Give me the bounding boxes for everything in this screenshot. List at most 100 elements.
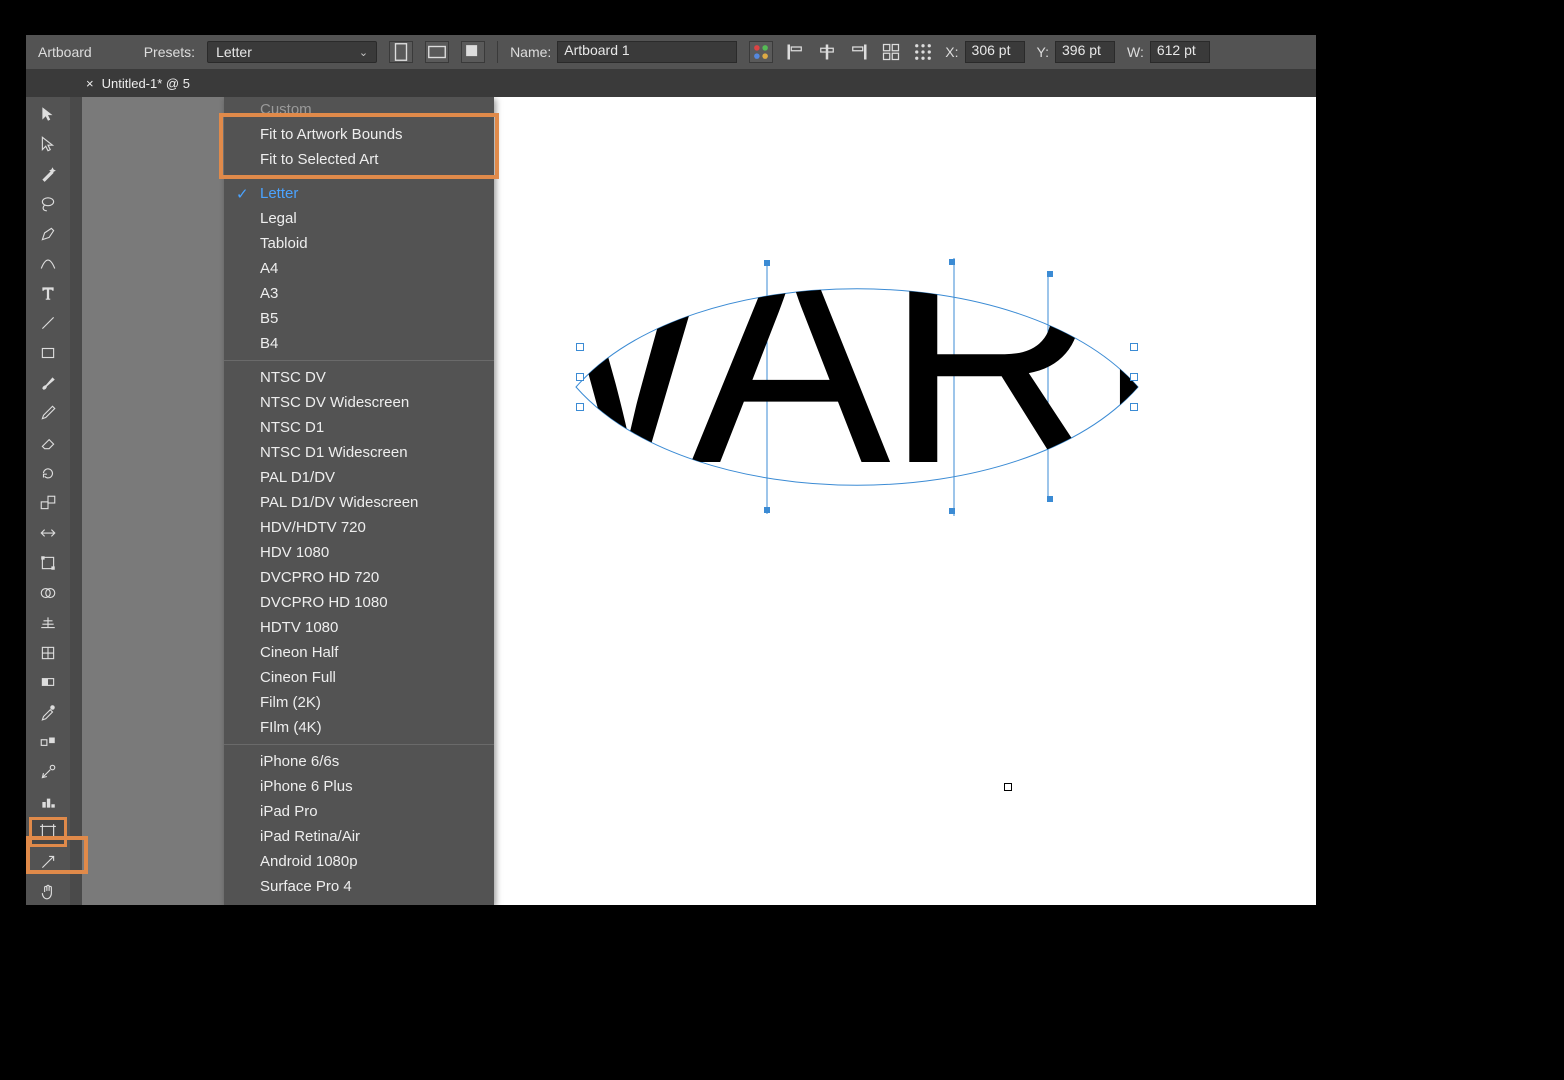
envelope-handle[interactable] [1130, 373, 1138, 381]
presets-value: Letter [216, 44, 252, 60]
preset-item[interactable]: Surface Pro 4 [224, 874, 494, 899]
options-button[interactable] [749, 41, 773, 63]
preset-item[interactable]: iPad Pro [224, 799, 494, 824]
preset-item[interactable]: NTSC DV Widescreen [224, 390, 494, 415]
document-tab-bar: × Untitled-1* @ 5 [26, 69, 1316, 97]
free-transform-tool[interactable] [31, 550, 65, 576]
envelope-handle[interactable] [1130, 343, 1138, 351]
artboard-label: Artboard [38, 44, 92, 60]
preset-item[interactable]: Letter [224, 181, 494, 206]
pencil-tool[interactable] [31, 400, 65, 426]
envelope-handle[interactable] [576, 373, 584, 381]
envelope-handle[interactable] [576, 403, 584, 411]
preset-item[interactable]: A4 [224, 256, 494, 281]
envelope-handle[interactable] [1130, 403, 1138, 411]
curvature-tool[interactable] [31, 251, 65, 277]
menu-divider [224, 360, 494, 361]
preset-item[interactable]: iPad Retina/Air [224, 824, 494, 849]
align-center-h-button[interactable] [817, 42, 837, 62]
magic-wand-tool[interactable] [31, 161, 65, 187]
preset-item[interactable]: B4 [224, 331, 494, 356]
preset-item[interactable]: iPhone 6/6s [224, 749, 494, 774]
column-graph-tool[interactable] [31, 789, 65, 815]
align-right-button[interactable] [849, 42, 869, 62]
warp-text-object[interactable]: WARP [572, 252, 1142, 522]
line-tool[interactable] [31, 310, 65, 336]
hand-tool[interactable] [31, 879, 65, 905]
gradient-tool[interactable] [31, 670, 65, 696]
landscape-button[interactable] [425, 41, 449, 63]
envelope-anchor[interactable] [1047, 496, 1053, 502]
document-tab-title[interactable]: Untitled-1* @ 5 [102, 76, 190, 91]
preset-item[interactable]: Android 1080p [224, 849, 494, 874]
x-input[interactable]: 306 pt [965, 41, 1025, 63]
preset-item[interactable]: Tabloid [224, 231, 494, 256]
selection-tool[interactable] [31, 101, 65, 127]
pen-tool[interactable] [31, 221, 65, 247]
rectangle-tool[interactable] [31, 340, 65, 366]
artboard-tool[interactable] [31, 819, 65, 845]
slice-tool[interactable] [31, 849, 65, 875]
name-label: Name: [510, 44, 551, 60]
preset-item[interactable]: DVCPRO HD 1080 [224, 590, 494, 615]
preset-item[interactable]: NTSC D1 Widescreen [224, 440, 494, 465]
w-label: W: [1127, 44, 1144, 60]
perspective-grid-tool[interactable] [31, 610, 65, 636]
scale-tool[interactable] [31, 490, 65, 516]
eraser-tool[interactable] [31, 430, 65, 456]
lasso-tool[interactable] [31, 191, 65, 217]
preset-item[interactable]: DVCPRO HD 720 [224, 565, 494, 590]
envelope-anchor[interactable] [764, 507, 770, 513]
direct-selection-tool[interactable] [31, 131, 65, 157]
preset-item[interactable]: PAL D1/DV [224, 465, 494, 490]
menu-divider [224, 744, 494, 745]
blend-tool[interactable] [31, 729, 65, 755]
envelope-anchor[interactable] [949, 508, 955, 514]
preset-item[interactable]: Film (2K) [224, 690, 494, 715]
y-input[interactable]: 396 pt [1055, 41, 1115, 63]
envelope-handle[interactable] [576, 343, 584, 351]
preset-item[interactable]: Cineon Full [224, 665, 494, 690]
preset-item[interactable]: PAL D1/DV Widescreen [224, 490, 494, 515]
name-input[interactable]: Artboard 1 [557, 41, 737, 63]
align-left-button[interactable] [785, 42, 805, 62]
new-artboard-button[interactable] [461, 41, 485, 63]
preset-item[interactable]: HDV/HDTV 720 [224, 515, 494, 540]
preset-item[interactable]: Custom [224, 97, 494, 122]
preset-item[interactable]: Cineon Half [224, 640, 494, 665]
preset-item[interactable]: iPhone 6 Plus [224, 774, 494, 799]
preset-item[interactable]: HDTV 1080 [224, 615, 494, 640]
presets-label: Presets: [144, 44, 195, 60]
preset-item[interactable]: Legal [224, 206, 494, 231]
envelope-anchor[interactable] [949, 259, 955, 265]
close-tab-button[interactable]: × [86, 76, 94, 91]
preset-item[interactable]: HDV 1080 [224, 540, 494, 565]
menu-divider [224, 176, 494, 177]
envelope-anchor[interactable] [1047, 271, 1053, 277]
width-tool[interactable] [31, 520, 65, 546]
align-grid-button[interactable] [881, 42, 901, 62]
portrait-button[interactable] [389, 41, 413, 63]
preset-item[interactable]: NTSC DV [224, 365, 494, 390]
w-input[interactable]: 612 pt [1150, 41, 1210, 63]
symbol-sprayer-tool[interactable] [31, 759, 65, 785]
crop-mark [1004, 783, 1012, 791]
preset-item[interactable]: NTSC D1 [224, 415, 494, 440]
eyedropper-tool[interactable] [31, 699, 65, 725]
rotate-tool[interactable] [31, 460, 65, 486]
preset-item[interactable]: Fit to Artwork Bounds [224, 122, 494, 147]
envelope-anchor[interactable] [764, 260, 770, 266]
options-bar: Artboard Presets: Letter ⌄ Name: Artboar… [26, 35, 1316, 69]
preset-item[interactable]: Fit to Selected Art [224, 147, 494, 172]
reference-point-button[interactable] [913, 42, 933, 62]
preset-item[interactable]: FIlm (4K) [224, 715, 494, 740]
type-tool[interactable] [31, 281, 65, 307]
preset-item[interactable]: B5 [224, 306, 494, 331]
paintbrush-tool[interactable] [31, 370, 65, 396]
shape-builder-tool[interactable] [31, 580, 65, 606]
preset-item[interactable]: A3 [224, 281, 494, 306]
presets-dropdown[interactable]: Letter ⌄ [207, 41, 377, 63]
canvas[interactable]: CustomFit to Artwork BoundsFit to Select… [82, 97, 1316, 905]
x-label: X: [945, 44, 958, 60]
mesh-tool[interactable] [31, 640, 65, 666]
